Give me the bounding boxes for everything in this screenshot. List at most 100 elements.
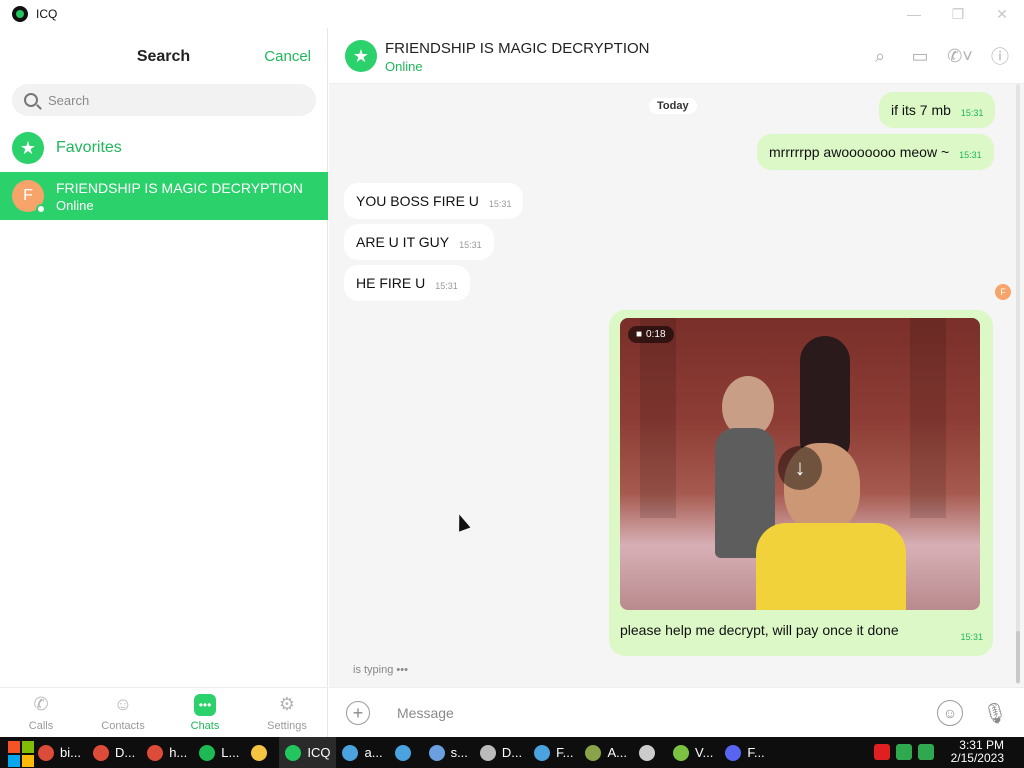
message-bubble-outgoing[interactable]: if its 7 mb 15:31 — [879, 92, 996, 128]
app-icon — [92, 744, 109, 761]
app-icon — [585, 744, 602, 761]
chat-header-actions: ⌕ ▭ ✆˅ ⓘ — [868, 44, 1012, 68]
favorites-item[interactable]: ★ Favorites — [12, 132, 122, 164]
app-icon — [251, 744, 268, 761]
chat-scrollbar-thumb[interactable] — [1016, 631, 1020, 683]
restore-button[interactable]: ❐ — [936, 0, 980, 28]
message-bubble-incoming[interactable]: HE FIRE U 15:31 — [344, 265, 470, 301]
start-button[interactable] — [0, 737, 34, 768]
taskbar-clock[interactable]: 3:31 PM 2/15/2023 — [951, 739, 1004, 765]
taskbar-app-12[interactable] — [633, 737, 667, 768]
chat-avatar-star-icon[interactable]: ★ — [345, 40, 377, 72]
nav-chats[interactable]: ••• Chats — [164, 688, 246, 737]
search-input[interactable] — [48, 92, 288, 108]
chat-title[interactable]: FRIENDSHIP IS MAGIC DECRYPTION — [385, 40, 650, 57]
search-icon[interactable]: ⌕ — [868, 44, 892, 68]
taskbar-app-7[interactable] — [389, 737, 423, 768]
taskbar-app-label: L... — [221, 745, 240, 760]
nav-contacts[interactable]: ☺ Contacts — [82, 688, 164, 737]
taskbar-app-label: a... — [364, 745, 383, 760]
taskbar-app-0[interactable]: bi... — [32, 737, 87, 768]
sidebar-header: Search Cancel — [0, 28, 327, 84]
search-icon — [24, 93, 38, 107]
network-icon[interactable] — [896, 744, 912, 760]
nav-settings[interactable]: ⚙ Settings — [246, 688, 328, 737]
online-indicator — [36, 204, 46, 214]
volume-icon[interactable] — [918, 744, 934, 760]
chats-icon: ••• — [194, 693, 216, 716]
app-icon — [199, 744, 216, 761]
sidebar: Search Cancel ★ Favorites F FRIENDSHIP I… — [0, 28, 328, 737]
message-input[interactable] — [385, 696, 925, 730]
taskbar-app-9[interactable]: D... — [474, 737, 528, 768]
taskbar-app-label: s... — [450, 745, 468, 760]
app-icon — [342, 744, 359, 761]
attach-plus-icon[interactable]: + — [346, 701, 370, 725]
info-icon[interactable]: ⓘ — [988, 44, 1012, 68]
video-duration-badge: ■ 0:18 — [628, 326, 674, 343]
chat-scrollbar[interactable] — [1016, 84, 1020, 684]
call-icon[interactable]: ✆˅ — [947, 44, 973, 68]
app-icon — [725, 744, 742, 761]
taskbar-apps: bi... D... h... L... ICQ a... s... D... F... A...… — [32, 737, 771, 768]
taskbar-app-label: D... — [114, 745, 136, 760]
app-icon — [147, 744, 164, 761]
date-divider: Today — [649, 98, 697, 114]
app-icon — [639, 744, 655, 761]
message-bubble-outgoing[interactable]: mrrrrrpp awooooooo meow ~15:31 — [757, 134, 994, 170]
taskbar-app-label: ICQ — [307, 745, 331, 760]
emoji-icon[interactable]: ☺ — [937, 700, 963, 726]
icq-logo-icon — [12, 6, 28, 22]
taskbar-app-5[interactable]: ICQ — [279, 737, 337, 768]
chat-item-status: Online — [56, 197, 94, 213]
taskbar-app-label: h... — [169, 745, 188, 760]
star-icon: ★ — [12, 132, 44, 164]
window-title: ICQ — [36, 7, 58, 21]
taskbar-app-1[interactable]: D... — [87, 737, 141, 768]
media-caption: please help me decrypt, will pay once it… — [620, 622, 899, 638]
minimize-button[interactable]: — — [892, 0, 936, 28]
avatar: F — [12, 180, 46, 214]
window-controls: — ❐ ✕ — [892, 0, 1024, 28]
taskbar-app-3[interactable]: L... — [193, 737, 245, 768]
phone-icon: ✆ — [33, 694, 49, 714]
app-icon — [394, 744, 411, 761]
taskbar-app-label: F... — [556, 745, 574, 760]
taskbar-app-14[interactable]: F... — [719, 737, 770, 768]
taskbar-app-13[interactable]: V... — [667, 737, 719, 768]
download-icon[interactable]: ↓ — [778, 446, 822, 490]
chat-panel: ★ FRIENDSHIP IS MAGIC DECRYPTION Online … — [329, 28, 1024, 737]
app-icon — [428, 744, 445, 761]
contacts-icon: ☺ — [113, 694, 133, 714]
app-icon — [38, 744, 54, 761]
flag-icon[interactable] — [874, 744, 890, 760]
media-message-bubble[interactable]: ■ 0:18 ↓ please help me decrypt, will pa… — [609, 310, 993, 656]
folder-icon[interactable]: ▭ — [908, 44, 932, 68]
chat-item-name: FRIENDSHIP IS MAGIC DECRYPTION — [56, 179, 303, 196]
app-icon — [673, 744, 689, 761]
message-bubble-incoming[interactable]: ARE U IT GUY 15:31 — [344, 224, 494, 260]
chat-list-item-friendship[interactable]: F FRIENDSHIP IS MAGIC DECRYPTION Online — [0, 172, 328, 220]
favorites-label: Favorites — [56, 139, 122, 156]
taskbar-app-10[interactable]: F... — [528, 737, 579, 768]
taskbar: bi... D... h... L... ICQ a... s... D... F... A...… — [0, 737, 1024, 768]
read-receipt-avatar: F — [995, 284, 1011, 300]
microphone-icon[interactable]: 🎙 — [982, 698, 1007, 728]
app-icon — [285, 744, 302, 761]
taskbar-app-11[interactable]: A... — [579, 737, 633, 768]
search-box[interactable] — [12, 84, 316, 116]
taskbar-app-2[interactable]: h... — [141, 737, 193, 768]
message-composer: + ☺ 🎙 — [329, 687, 1024, 737]
message-bubble-incoming[interactable]: YOU BOSS FIRE U 15:31 — [344, 183, 524, 219]
close-button[interactable]: ✕ — [980, 0, 1024, 28]
typing-indicator: is typing ••• — [353, 664, 408, 676]
video-thumbnail[interactable]: ■ 0:18 ↓ — [620, 318, 980, 610]
title-bar: ICQ — ❐ ✕ — [0, 0, 1024, 28]
taskbar-app-4[interactable] — [245, 737, 279, 768]
taskbar-app-6[interactable]: a... — [336, 737, 388, 768]
cancel-button[interactable]: Cancel — [264, 48, 311, 65]
taskbar-app-8[interactable]: s... — [423, 737, 474, 768]
nav-calls[interactable]: ✆ Calls — [0, 688, 82, 737]
chat-header: ★ FRIENDSHIP IS MAGIC DECRYPTION Online … — [329, 28, 1024, 84]
taskbar-app-label: V... — [695, 745, 714, 760]
